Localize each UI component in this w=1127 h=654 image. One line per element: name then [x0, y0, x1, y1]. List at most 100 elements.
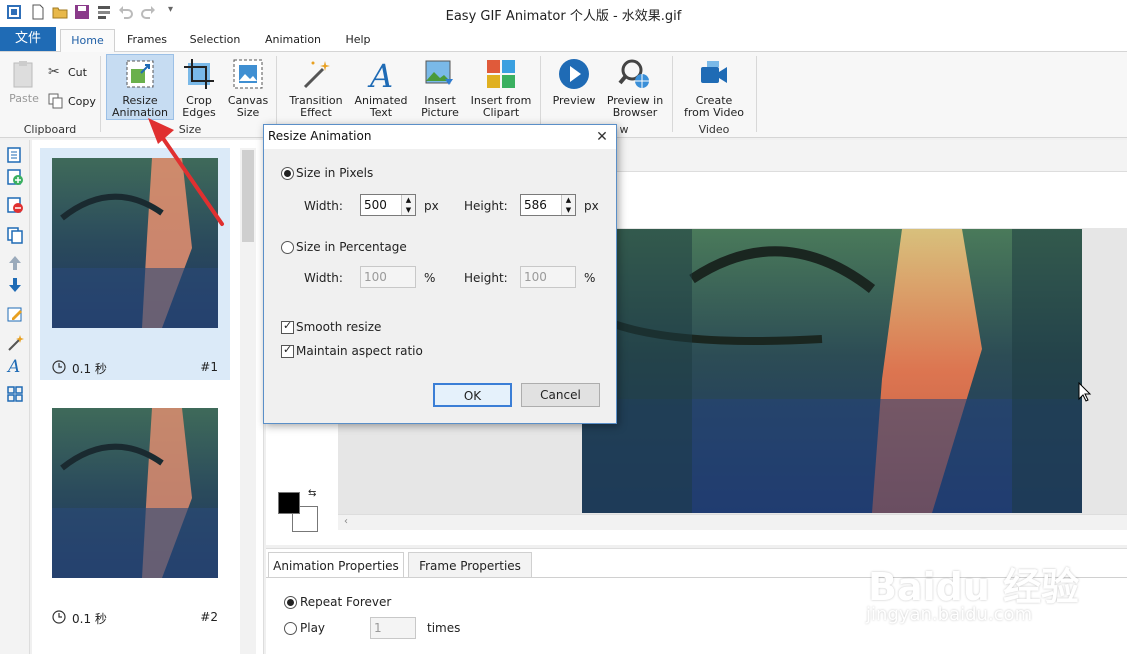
add-frame-icon[interactable]: [6, 168, 24, 186]
crop-edges-button[interactable]: Crop Edges: [178, 55, 220, 119]
browser-label-line2: Browser: [612, 106, 658, 119]
paste-label: Paste: [9, 92, 39, 105]
smooth-resize-checkbox[interactable]: ✓: [281, 319, 294, 334]
frame-delay: 0.1 秒: [72, 362, 107, 376]
repeat-forever-radio[interactable]: [284, 596, 297, 609]
height-px-stepper[interactable]: 586 ▲ ▼: [520, 194, 576, 216]
app-window: ▾ Easy GIF Animator 个人版 - 水效果.gif 文件 Hom…: [0, 0, 1127, 654]
delete-frame-icon[interactable]: [6, 196, 24, 214]
width-px-unit: px: [424, 199, 439, 213]
height-px-unit: px: [584, 199, 599, 213]
scroll-left-icon[interactable]: ‹: [344, 516, 348, 527]
width-px-spin-arrows[interactable]: ▲ ▼: [401, 195, 415, 215]
crop-icon: [184, 59, 214, 89]
ribbon-separator: [540, 56, 541, 132]
canvas-size-button[interactable]: Canvas Size: [226, 55, 270, 119]
paste-button[interactable]: Paste: [4, 55, 44, 105]
preview-button[interactable]: Preview: [548, 55, 600, 107]
height-label: Height:: [464, 199, 508, 213]
color-selector[interactable]: ⇆: [278, 488, 318, 532]
height-pct-stepper[interactable]: 100: [520, 266, 576, 288]
size-in-percentage-radio[interactable]: [281, 241, 294, 254]
swap-colors-icon[interactable]: ⇆: [308, 488, 316, 499]
tab-frame-properties[interactable]: Frame Properties: [408, 552, 532, 578]
cut-button[interactable]: ✂ Cut: [48, 64, 108, 82]
insert-picture-button[interactable]: Insert Picture: [414, 55, 466, 119]
clipboard-group-label: Clipboard: [23, 123, 77, 136]
video-camera-icon: [701, 61, 727, 83]
cancel-button[interactable]: Cancel: [521, 383, 600, 407]
insertpic-label-line2: Picture: [421, 106, 459, 119]
magnifier-globe-icon: [618, 59, 649, 88]
grid-view-icon[interactable]: [6, 385, 24, 403]
preview-in-browser-button[interactable]: Preview in Browser: [604, 55, 666, 119]
tab-frames[interactable]: Frames: [122, 29, 172, 52]
resize-animation-label-group: Resize Animation: [106, 55, 174, 119]
frame-item[interactable]: 0.1 秒 #2: [40, 398, 230, 630]
insert-frame-icon[interactable]: [6, 146, 24, 164]
animated-text-button[interactable]: A Animated Text: [352, 55, 410, 119]
foreground-color-swatch[interactable]: [278, 492, 300, 514]
frames-scrollbar-thumb[interactable]: [242, 150, 254, 242]
clipart-label-line2: Clipart: [482, 106, 520, 119]
width-pct-label: Width:: [304, 271, 343, 285]
times-label: times: [427, 621, 461, 635]
effect-wand-icon[interactable]: [6, 334, 24, 352]
svg-text:A: A: [6, 357, 20, 374]
window-title: Easy GIF Animator 个人版 - 水效果.gif: [445, 9, 682, 24]
frame-number: #1: [200, 360, 218, 374]
tab-selection[interactable]: Selection: [184, 29, 246, 52]
dialog-close-button[interactable]: ✕: [592, 127, 612, 147]
ok-button[interactable]: OK: [433, 383, 512, 407]
resize-icon: [126, 60, 154, 88]
play-count-stepper[interactable]: 1: [370, 617, 416, 639]
frame-delay: 0.1 秒: [72, 612, 107, 626]
copy-label: Copy: [68, 95, 96, 108]
tab-animation-properties[interactable]: Animation Properties: [268, 552, 404, 578]
text-a-icon: A: [367, 57, 393, 91]
canvas-size-icon: [233, 59, 263, 89]
height-px-spin-arrows[interactable]: ▲ ▼: [561, 195, 575, 215]
watermark-brand: Baidu 经验: [868, 565, 1080, 609]
text-tool-icon[interactable]: A: [6, 356, 24, 374]
width-pct-unit: %: [424, 271, 436, 285]
repeat-forever-label: Repeat Forever: [300, 595, 392, 609]
ribbon-separator: [672, 56, 673, 132]
preview-label: Preview: [552, 94, 596, 107]
transition-label-line2: Effect: [300, 106, 332, 119]
create-from-video-button[interactable]: Create from Video: [680, 55, 748, 119]
canvas-horizontal-scrollbar[interactable]: [338, 514, 1127, 530]
height-pct-unit: %: [584, 271, 596, 285]
file-menu-tab[interactable]: 文件: [0, 27, 56, 51]
play-icon: [559, 59, 589, 89]
width-px-value: 500: [364, 198, 387, 212]
copy-button[interactable]: Copy: [48, 93, 108, 111]
width-pct-stepper[interactable]: 100: [360, 266, 416, 288]
play-radio[interactable]: [284, 622, 297, 635]
height-px-value: 586: [524, 198, 547, 212]
size-in-pixels-radio[interactable]: [281, 167, 294, 180]
frame-thumbnail: [52, 408, 218, 578]
canvas-label-line2: Size: [236, 106, 260, 119]
ribbon-separator: [100, 56, 101, 132]
move-up-icon[interactable]: [6, 254, 24, 272]
height-pct-label: Height:: [464, 271, 508, 285]
transition-effect-button[interactable]: Transition Effect: [284, 55, 348, 119]
maintain-aspect-checkbox[interactable]: ✓: [281, 343, 294, 358]
insert-clipart-button[interactable]: Insert from Clipart: [470, 55, 532, 119]
video-group-label: Video: [698, 123, 730, 136]
move-down-icon[interactable]: [6, 276, 24, 294]
width-pct-value: 100: [364, 270, 387, 284]
watermark-url: jingyan.baidu.com: [866, 604, 1033, 625]
play-label: Play: [300, 621, 326, 635]
tab-home[interactable]: Home: [60, 29, 115, 52]
tab-help[interactable]: Help: [338, 29, 378, 52]
copy-icon: [48, 93, 63, 109]
animation-canvas-image[interactable]: [582, 229, 1082, 513]
clock-icon: [52, 610, 66, 624]
edit-frame-icon[interactable]: [6, 305, 24, 323]
svg-text:A: A: [367, 57, 393, 91]
duplicate-frame-icon[interactable]: [6, 226, 24, 244]
width-px-stepper[interactable]: 500 ▲ ▼: [360, 194, 416, 216]
tab-animation[interactable]: Animation: [258, 29, 328, 52]
